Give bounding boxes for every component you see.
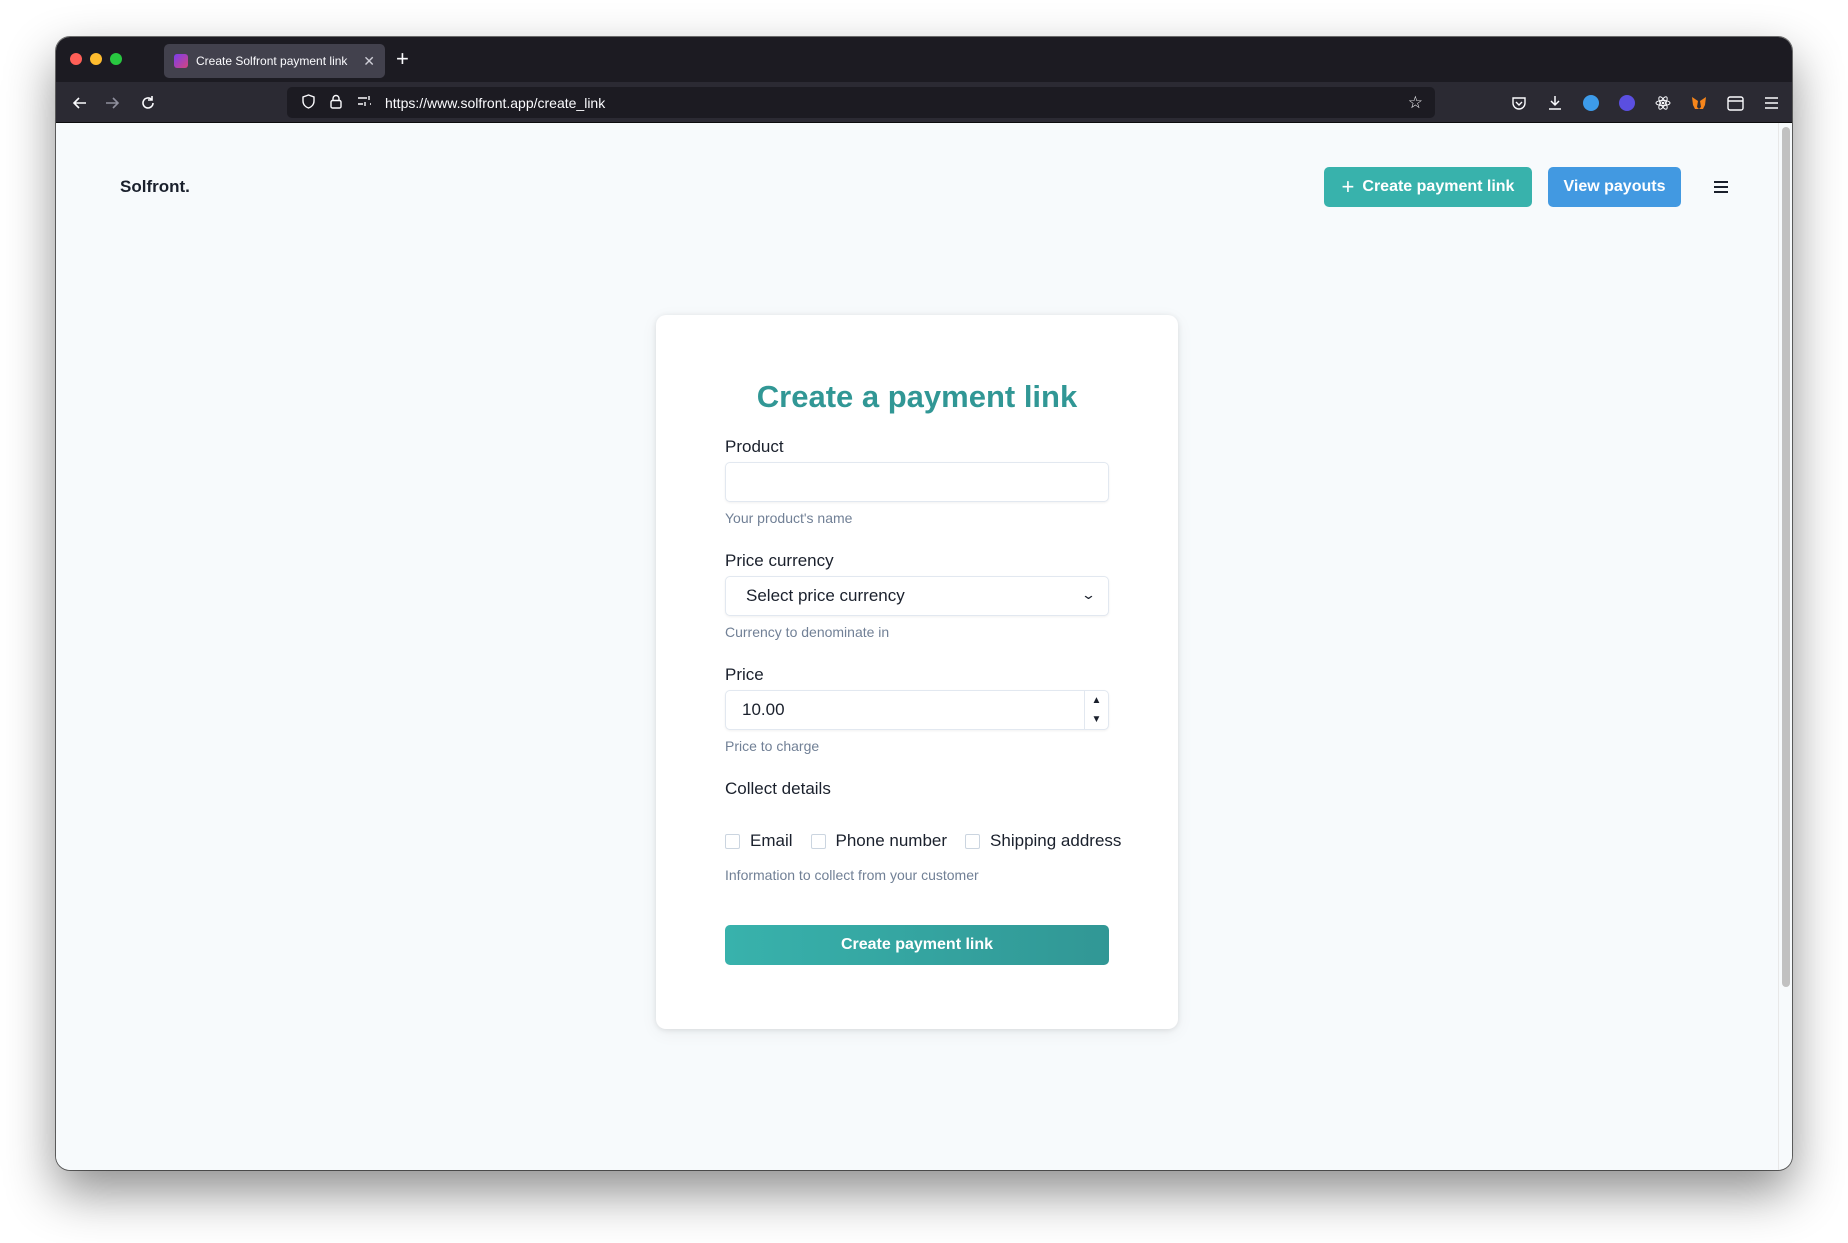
phone-number-checkbox-label: Phone number	[835, 831, 948, 850]
price-label: Price	[725, 665, 764, 684]
chevron-down-icon: ⌄	[1080, 587, 1097, 602]
page-scrollbar[interactable]	[1778, 123, 1792, 1170]
hamburger-icon[interactable]	[1709, 175, 1733, 199]
product-input[interactable]	[725, 462, 1109, 502]
collect-details-options: Email Phone number Shipping address	[725, 831, 1121, 851]
reload-icon[interactable]	[136, 91, 160, 115]
form-title: Create a payment link	[756, 379, 1078, 414]
extension-eye-icon[interactable]	[1617, 93, 1637, 113]
checkbox-box[interactable]	[965, 833, 981, 849]
new-tab-button[interactable]: +	[396, 47, 409, 71]
currency-select-value: Select price currency	[746, 586, 905, 605]
shipping-address-checkbox[interactable]: Shipping address	[965, 831, 1121, 851]
lock-icon[interactable]	[329, 94, 343, 112]
scrollbar-thumb[interactable]	[1782, 127, 1790, 987]
decrement-icon[interactable]: ▼	[1085, 710, 1108, 729]
tab-strip: Create Solfront payment link ✕ +	[56, 37, 1792, 82]
price-input[interactable]: 10.00 ▲ ▼	[725, 690, 1109, 730]
view-payouts-button[interactable]: View payouts	[1548, 167, 1681, 207]
email-checkbox-label: Email	[750, 831, 793, 850]
extension-compass-icon[interactable]	[1581, 93, 1601, 113]
nav-toolbar: https://www.solfront.app/create_link ☆	[56, 82, 1792, 123]
collect-details-label: Collect details	[725, 779, 831, 798]
url-text: https://www.solfront.app/create_link	[385, 94, 606, 111]
reader-wallet-icon[interactable]	[1725, 93, 1745, 113]
currency-help: Currency to denominate in	[725, 624, 890, 640]
browser-menu-icon[interactable]	[1761, 93, 1781, 113]
shield-icon[interactable]	[301, 93, 315, 112]
product-help: Your product's name	[725, 510, 853, 526]
shipping-address-checkbox-label: Shipping address	[990, 831, 1122, 850]
increment-icon[interactable]: ▲	[1085, 691, 1108, 710]
product-label: Product	[725, 437, 784, 456]
collect-details-help: Information to collect from your custome…	[725, 867, 979, 883]
create-payment-link-nav-label: Create payment link	[1362, 178, 1515, 195]
favicon-icon	[174, 54, 188, 68]
currency-label: Price currency	[725, 551, 834, 570]
checkbox-box[interactable]	[725, 833, 740, 849]
tab-title: Create Solfront payment link	[196, 54, 348, 68]
brand-logo[interactable]: Solfront.	[120, 177, 190, 197]
payment-link-form-card: Create a payment link Product Your produ…	[656, 315, 1178, 1029]
checkbox-box[interactable]	[810, 833, 826, 849]
url-bar[interactable]: https://www.solfront.app/create_link ☆	[287, 87, 1435, 118]
star-icon[interactable]: ☆	[1408, 93, 1423, 113]
metamask-fox-icon[interactable]	[1689, 93, 1709, 113]
download-icon[interactable]	[1545, 93, 1565, 113]
email-checkbox[interactable]: Email	[725, 831, 793, 851]
browser-tab[interactable]: Create Solfront payment link ✕	[164, 44, 385, 78]
price-value: 10.00	[742, 700, 785, 719]
plus-icon: +	[1341, 174, 1355, 199]
currency-select[interactable]: Select price currency ⌄	[725, 576, 1109, 616]
page-content: Solfront. + Create payment link View pay…	[56, 123, 1778, 1170]
phone-number-checkbox[interactable]: Phone number	[810, 831, 948, 851]
browser-window: Create Solfront payment link ✕ + https:/…	[56, 37, 1792, 1170]
permissions-icon[interactable]	[357, 95, 371, 110]
create-payment-link-nav-button[interactable]: + Create payment link	[1324, 167, 1532, 207]
back-arrow-icon[interactable]	[68, 91, 92, 115]
price-help: Price to charge	[725, 738, 820, 754]
minimize-window-button[interactable]	[90, 53, 102, 65]
close-window-button[interactable]	[70, 53, 82, 65]
forward-arrow-icon[interactable]	[100, 91, 124, 115]
price-stepper[interactable]: ▲ ▼	[1084, 691, 1108, 729]
pocket-icon[interactable]	[1509, 93, 1529, 113]
maximize-window-button[interactable]	[110, 53, 122, 65]
tab-close-icon[interactable]: ✕	[363, 53, 375, 70]
react-devtools-icon[interactable]	[1653, 93, 1673, 113]
create-payment-link-submit-button[interactable]: Create payment link	[725, 925, 1109, 965]
